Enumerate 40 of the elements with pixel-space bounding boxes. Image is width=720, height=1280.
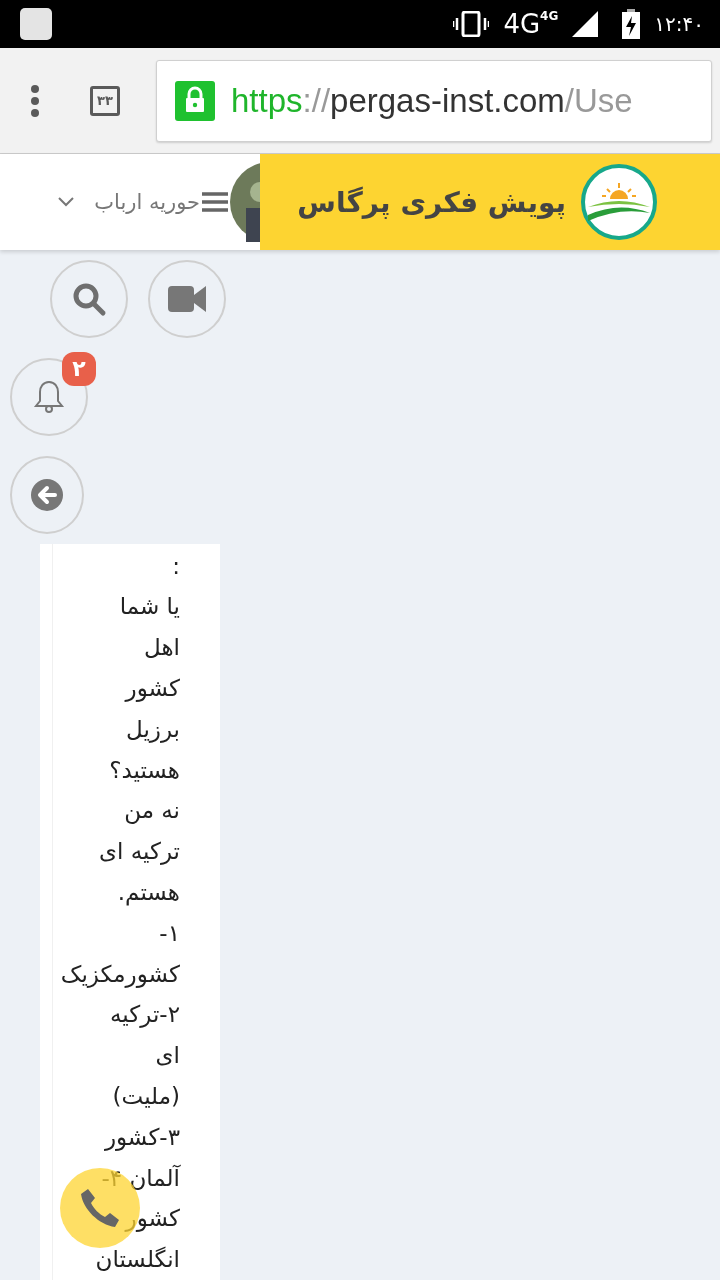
vibrate-icon: [453, 10, 490, 37]
message-line: نه من: [124, 796, 180, 826]
message-line: ای: [155, 1041, 180, 1071]
message-line: آلمان ۴-: [101, 1163, 180, 1193]
address-bar[interactable]: https://pergas-inst.com/Use: [156, 59, 712, 142]
message-line: کشور: [125, 674, 180, 704]
user-menu[interactable]: حوریه ارباب: [0, 154, 260, 250]
url-text: https://pergas-inst.com/Use: [231, 81, 633, 120]
message-line: هستید؟: [109, 755, 180, 785]
phone-icon: [79, 1186, 121, 1229]
message-line: ۱-: [159, 918, 180, 948]
message-line: ترکیه ای: [98, 837, 180, 867]
message-line: اهل: [144, 633, 180, 663]
message-line: هستم.: [117, 878, 180, 908]
message-line: برزیل: [125, 714, 180, 745]
notification-count: ۲: [62, 351, 96, 386]
message-line: یا شما: [119, 592, 180, 622]
video-camera-icon: [168, 284, 206, 313]
user-name: حوریه ارباب: [94, 190, 200, 214]
clock: ۱۲:۴۰: [654, 11, 704, 36]
message-line: ۳-کشور: [104, 1122, 180, 1153]
tab-count[interactable]: ۳۳: [90, 85, 120, 116]
message-line: :: [172, 551, 180, 581]
message-line: کشورمکزیک: [60, 959, 180, 990]
brand-name[interactable]: پویش فکری پرگاس: [297, 185, 566, 219]
logo-icon: [580, 163, 658, 241]
message-line: (ملیت): [112, 1082, 180, 1111]
signal-icon: [572, 10, 599, 37]
message-line: انگلستان: [95, 1245, 180, 1275]
lock-icon: [175, 80, 215, 121]
menu-icon[interactable]: [30, 83, 40, 118]
hamburger-icon: [202, 192, 228, 212]
chevron-down-icon: [58, 197, 75, 207]
back-button[interactable]: [10, 455, 84, 534]
bell-icon: [33, 379, 65, 414]
message-line: ۲-ترکیه: [110, 1000, 180, 1030]
search-button[interactable]: [50, 259, 128, 338]
notification-icon: [20, 7, 52, 40]
battery-icon: [622, 8, 641, 39]
video-button[interactable]: [148, 259, 226, 338]
